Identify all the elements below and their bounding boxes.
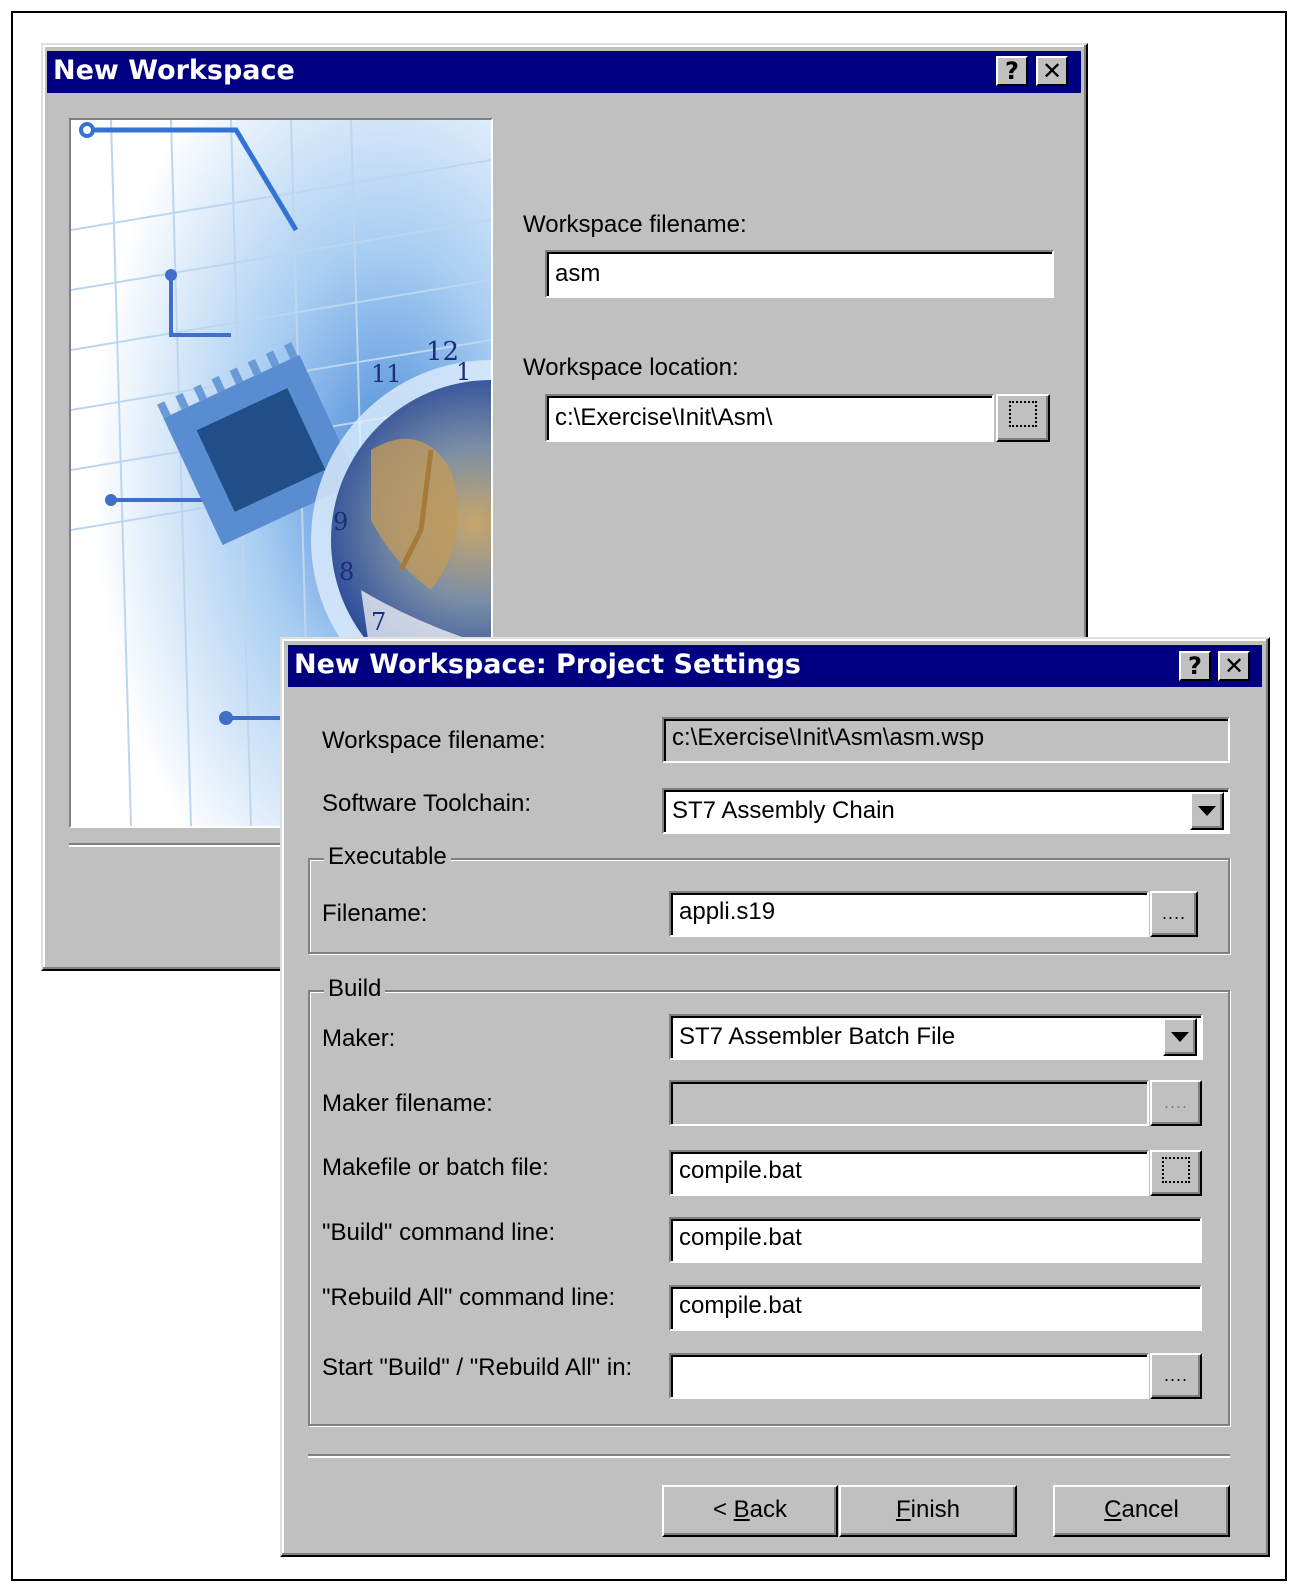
workspace-filename-input[interactable]: asm: [545, 250, 1054, 298]
help-button[interactable]: ?: [1179, 651, 1211, 681]
browse-makefile-button[interactable]: [1150, 1150, 1202, 1196]
browse-icon: [1009, 401, 1037, 427]
back-button-prefix: <: [712, 1496, 734, 1523]
new-workspace-title: New Workspace: [53, 55, 295, 86]
maker-dropdown-button[interactable]: [1163, 1018, 1197, 1056]
build-command-input[interactable]: compile.bat: [669, 1217, 1202, 1263]
workspace-location-label: Workspace location:: [523, 354, 739, 381]
makefile-input[interactable]: compile.bat: [669, 1150, 1149, 1196]
workspace-filename-label: Workspace filename:: [523, 211, 747, 238]
chevron-down-icon: [1198, 806, 1216, 816]
workspace-filename-readonly: c:\Exercise\Init\Asm\asm.wsp: [662, 717, 1230, 763]
toolchain-selected-value: ST7 Assembly Chain: [672, 797, 895, 824]
software-toolchain-select[interactable]: ST7 Assembly Chain: [662, 788, 1230, 834]
help-button[interactable]: ?: [996, 56, 1028, 86]
rebuild-command-input[interactable]: compile.bat: [669, 1285, 1202, 1331]
start-in-label: Start "Build" / "Rebuild All" in:: [322, 1354, 633, 1381]
makefile-label: Makefile or batch file:: [322, 1154, 549, 1181]
close-button[interactable]: ✕: [1036, 56, 1068, 86]
svg-text:9: 9: [333, 508, 348, 536]
maker-filename-input: [669, 1080, 1149, 1126]
new-workspace-titlebar: New Workspace: [47, 51, 1081, 93]
browse-executable-button[interactable]: ....: [1150, 891, 1198, 937]
cancel-button[interactable]: Cancel: [1053, 1485, 1230, 1537]
svg-text:7: 7: [371, 608, 386, 636]
build-command-label: "Build" command line:: [322, 1219, 556, 1246]
chevron-down-icon: [1171, 1032, 1189, 1042]
footer-separator: [308, 1454, 1230, 1458]
finish-button[interactable]: Finish: [839, 1485, 1017, 1537]
workspace-filename-label: Workspace filename:: [322, 727, 546, 754]
finish-button-label: inish: [910, 1496, 961, 1523]
cancel-button-mnemonic: C: [1104, 1496, 1122, 1523]
svg-text:8: 8: [339, 558, 354, 586]
start-in-input[interactable]: [669, 1353, 1149, 1399]
executable-filename-label: Filename:: [322, 900, 428, 927]
browse-maker-button: ....: [1150, 1080, 1202, 1126]
maker-label: Maker:: [322, 1025, 396, 1052]
maker-filename-label: Maker filename:: [322, 1090, 493, 1117]
svg-text:12: 12: [426, 337, 459, 367]
project-settings-titlebar: New Workspace: Project Settings: [288, 645, 1262, 687]
back-button[interactable]: < Back: [662, 1485, 838, 1537]
back-button-label: ack: [749, 1496, 788, 1523]
browse-location-button[interactable]: [996, 394, 1050, 442]
workspace-location-input[interactable]: c:\Exercise\Init\Asm\: [545, 394, 994, 442]
executable-filename-input[interactable]: appli.s19: [669, 891, 1149, 937]
maker-selected-value: ST7 Assembler Batch File: [679, 1023, 956, 1050]
finish-button-mnemonic: F: [895, 1496, 911, 1523]
project-settings-dialog: New Workspace: Project Settings ? ✕ Work…: [280, 637, 1270, 1557]
software-toolchain-label: Software Toolchain:: [322, 790, 532, 817]
executable-group-title: Executable: [324, 843, 451, 871]
svg-text:1: 1: [456, 358, 471, 386]
rebuild-command-label: "Rebuild All" command line:: [322, 1284, 616, 1311]
cancel-button-label: ancel: [1121, 1496, 1179, 1523]
project-settings-title: New Workspace: Project Settings: [294, 649, 802, 680]
close-button[interactable]: ✕: [1218, 651, 1250, 681]
toolchain-dropdown-button[interactable]: [1190, 792, 1224, 830]
browse-icon: [1162, 1157, 1190, 1183]
svg-text:11: 11: [371, 360, 402, 388]
maker-select[interactable]: ST7 Assembler Batch File: [669, 1014, 1203, 1060]
build-group-title: Build: [324, 975, 386, 1003]
back-button-mnemonic: B: [733, 1496, 750, 1523]
browse-start-in-button[interactable]: ....: [1150, 1353, 1202, 1399]
